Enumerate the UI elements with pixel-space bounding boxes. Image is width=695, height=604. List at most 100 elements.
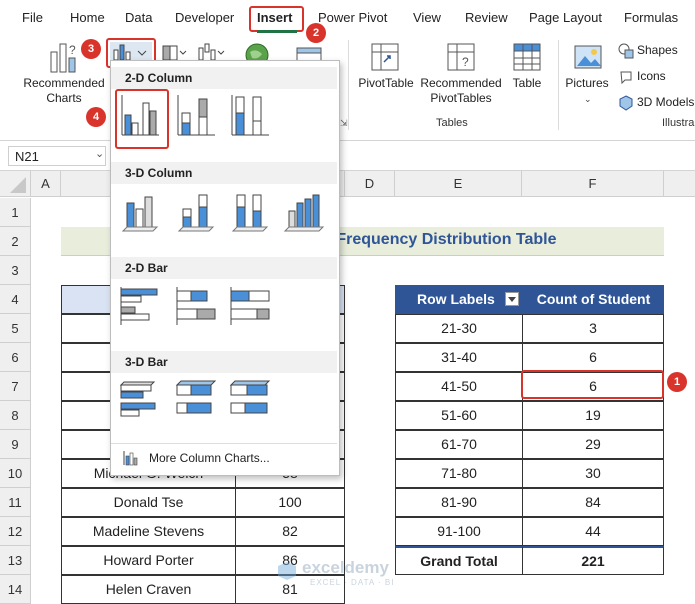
shapes-button[interactable]: Shapes <box>618 42 695 60</box>
score-cell[interactable]: 82 <box>235 517 345 546</box>
pivot-count-cell[interactable]: 29 <box>522 430 664 459</box>
tab-file[interactable]: File <box>22 10 43 25</box>
select-all-corner[interactable] <box>0 171 31 197</box>
student-name-cell[interactable]: Madeline Stevens <box>61 517 236 546</box>
recommended-charts-icon: ? <box>50 43 76 73</box>
pivot-count-cell[interactable]: 30 <box>522 459 664 488</box>
pivot-count-cell[interactable]: 6 <box>522 343 664 372</box>
pivot-count-cell[interactable]: 44 <box>522 517 664 546</box>
pivot-count-cell[interactable]: 3 <box>522 314 664 343</box>
column-header-d[interactable]: D <box>345 171 395 197</box>
watermark-subtext: EXCEL · DATA · BI <box>310 578 395 587</box>
row-header-9[interactable]: 9 <box>0 430 31 459</box>
worksheet-grid: A B C D E F 1 2 3 4 5 6 7 8 9 10 11 12 1… <box>0 171 695 604</box>
table-button[interactable] <box>512 42 544 74</box>
more-column-charts-link[interactable]: More Column Charts... <box>123 449 333 469</box>
row-header-7[interactable]: 7 <box>0 372 31 401</box>
svg-text:?: ? <box>69 43 76 57</box>
tab-developer[interactable]: Developer <box>175 10 234 25</box>
3d-100-stacked-bar-icon <box>229 380 271 414</box>
corner-triangle-icon <box>10 177 26 193</box>
pivot-count-cell[interactable]: 84 <box>522 488 664 517</box>
clustered-bar-icon <box>120 287 158 325</box>
section-3d-column: 3-D Column <box>111 162 337 184</box>
filter-arrow-icon <box>508 297 516 302</box>
pivot-row-label[interactable]: 31-40 <box>395 343 523 372</box>
chevron-down-icon[interactable]: ⌄ <box>95 147 104 160</box>
3d-stacked-bar-option[interactable] <box>175 377 217 423</box>
pivot-row-label[interactable]: 61-70 <box>395 430 523 459</box>
section-3d-bar: 3-D Bar <box>111 351 337 373</box>
row-header-4[interactable]: 4 <box>0 285 31 314</box>
callout-badge-4: 4 <box>86 107 106 127</box>
stacked-bar-option[interactable] <box>175 283 217 329</box>
3d-100-stacked-column-option[interactable] <box>229 189 271 235</box>
100-stacked-column-icon <box>231 95 269 136</box>
pivot-row-label[interactable]: 71-80 <box>395 459 523 488</box>
tab-home[interactable]: Home <box>70 10 105 25</box>
row-header-14[interactable]: 14 <box>0 575 31 604</box>
row-header-11[interactable]: 11 <box>0 488 31 517</box>
ribbon-separator <box>348 40 349 130</box>
score-cell[interactable]: 100 <box>235 488 345 517</box>
tab-formulas[interactable]: Formulas <box>624 10 678 25</box>
tab-review[interactable]: Review <box>465 10 508 25</box>
grand-total-value[interactable]: 221 <box>522 546 664 575</box>
row-header-6[interactable]: 6 <box>0 343 31 372</box>
pivot-row-label[interactable]: 81-90 <box>395 488 523 517</box>
3d-column-option[interactable] <box>283 189 325 235</box>
recommended-pivottables-button[interactable]: ? <box>446 42 478 74</box>
recommended-charts-button[interactable]: ? <box>45 40 81 76</box>
pivottable-icon <box>371 43 399 71</box>
row-header-1[interactable]: 1 <box>0 198 31 227</box>
tab-view[interactable]: View <box>413 10 441 25</box>
row-header-3[interactable]: 3 <box>0 256 31 285</box>
icons-label: Icons <box>637 69 666 83</box>
student-name-cell[interactable]: Howard Porter <box>61 546 236 575</box>
column-header-f[interactable]: F <box>522 171 664 197</box>
name-box[interactable]: N21 ⌄ <box>8 146 106 166</box>
exceldemy-watermark: exceldemy EXCEL · DATA · BI <box>276 556 426 590</box>
tab-data[interactable]: Data <box>125 10 152 25</box>
row-header-8[interactable]: 8 <box>0 401 31 430</box>
row-header-5[interactable]: 5 <box>0 314 31 343</box>
3d-100-stacked-bar-option[interactable] <box>229 377 271 423</box>
row-header-10[interactable]: 10 <box>0 459 31 488</box>
student-name-cell[interactable]: Donald Tse <box>61 488 236 517</box>
pivot-row-label[interactable]: 91-100 <box>395 517 523 546</box>
ribbon: ? Recommended Charts PivotTable ? Recomm… <box>0 34 695 141</box>
3d-clustered-column-option[interactable] <box>119 189 161 235</box>
pivottable-button[interactable] <box>370 42 402 74</box>
3d-clustered-bar-option[interactable] <box>119 377 161 423</box>
stacked-column-option[interactable] <box>175 93 217 139</box>
table-title: e Frequency Distribution Table <box>323 231 557 248</box>
pictures-dropdown-icon[interactable]: ⌄ <box>584 94 592 105</box>
student-name-cell[interactable]: Helen Craven <box>61 575 236 604</box>
pivot-row-label[interactable]: 41-50 <box>395 372 523 401</box>
pivot-row-label[interactable]: 51-60 <box>395 401 523 430</box>
column-header-g[interactable] <box>664 171 695 197</box>
3d-stacked-column-option[interactable] <box>175 189 217 235</box>
row-header-12[interactable]: 12 <box>0 517 31 546</box>
row-header-2[interactable]: 2 <box>0 227 31 256</box>
icons-button[interactable]: Icons <box>618 68 695 86</box>
dialog-launcher-icon[interactable]: ⇲ <box>340 118 348 129</box>
3d-models-button[interactable]: 3D Models <box>618 94 695 112</box>
tab-page-layout[interactable]: Page Layout <box>529 10 602 25</box>
filter-dropdown-button[interactable] <box>505 292 519 306</box>
pivot-count-cell[interactable]: 19 <box>522 401 664 430</box>
column-header-e[interactable]: E <box>395 171 522 197</box>
pictures-button[interactable] <box>573 44 603 72</box>
ribbon-tab-bar: File Home Data Developer Insert Power Pi… <box>0 0 695 34</box>
pivot-count-header: Count of Student <box>523 285 664 314</box>
clustered-bar-option[interactable] <box>119 283 161 329</box>
column-header-a[interactable]: A <box>31 171 61 197</box>
exceldemy-logo-icon <box>278 562 296 580</box>
row-header-13[interactable]: 13 <box>0 546 31 575</box>
tab-power-pivot[interactable]: Power Pivot <box>318 10 387 25</box>
pivot-row-label[interactable]: 21-30 <box>395 314 523 343</box>
shapes-label: Shapes <box>637 43 678 57</box>
100-stacked-bar-option[interactable] <box>229 283 271 329</box>
section-2d-column: 2-D Column <box>111 67 337 89</box>
100-stacked-column-option[interactable] <box>229 93 271 139</box>
